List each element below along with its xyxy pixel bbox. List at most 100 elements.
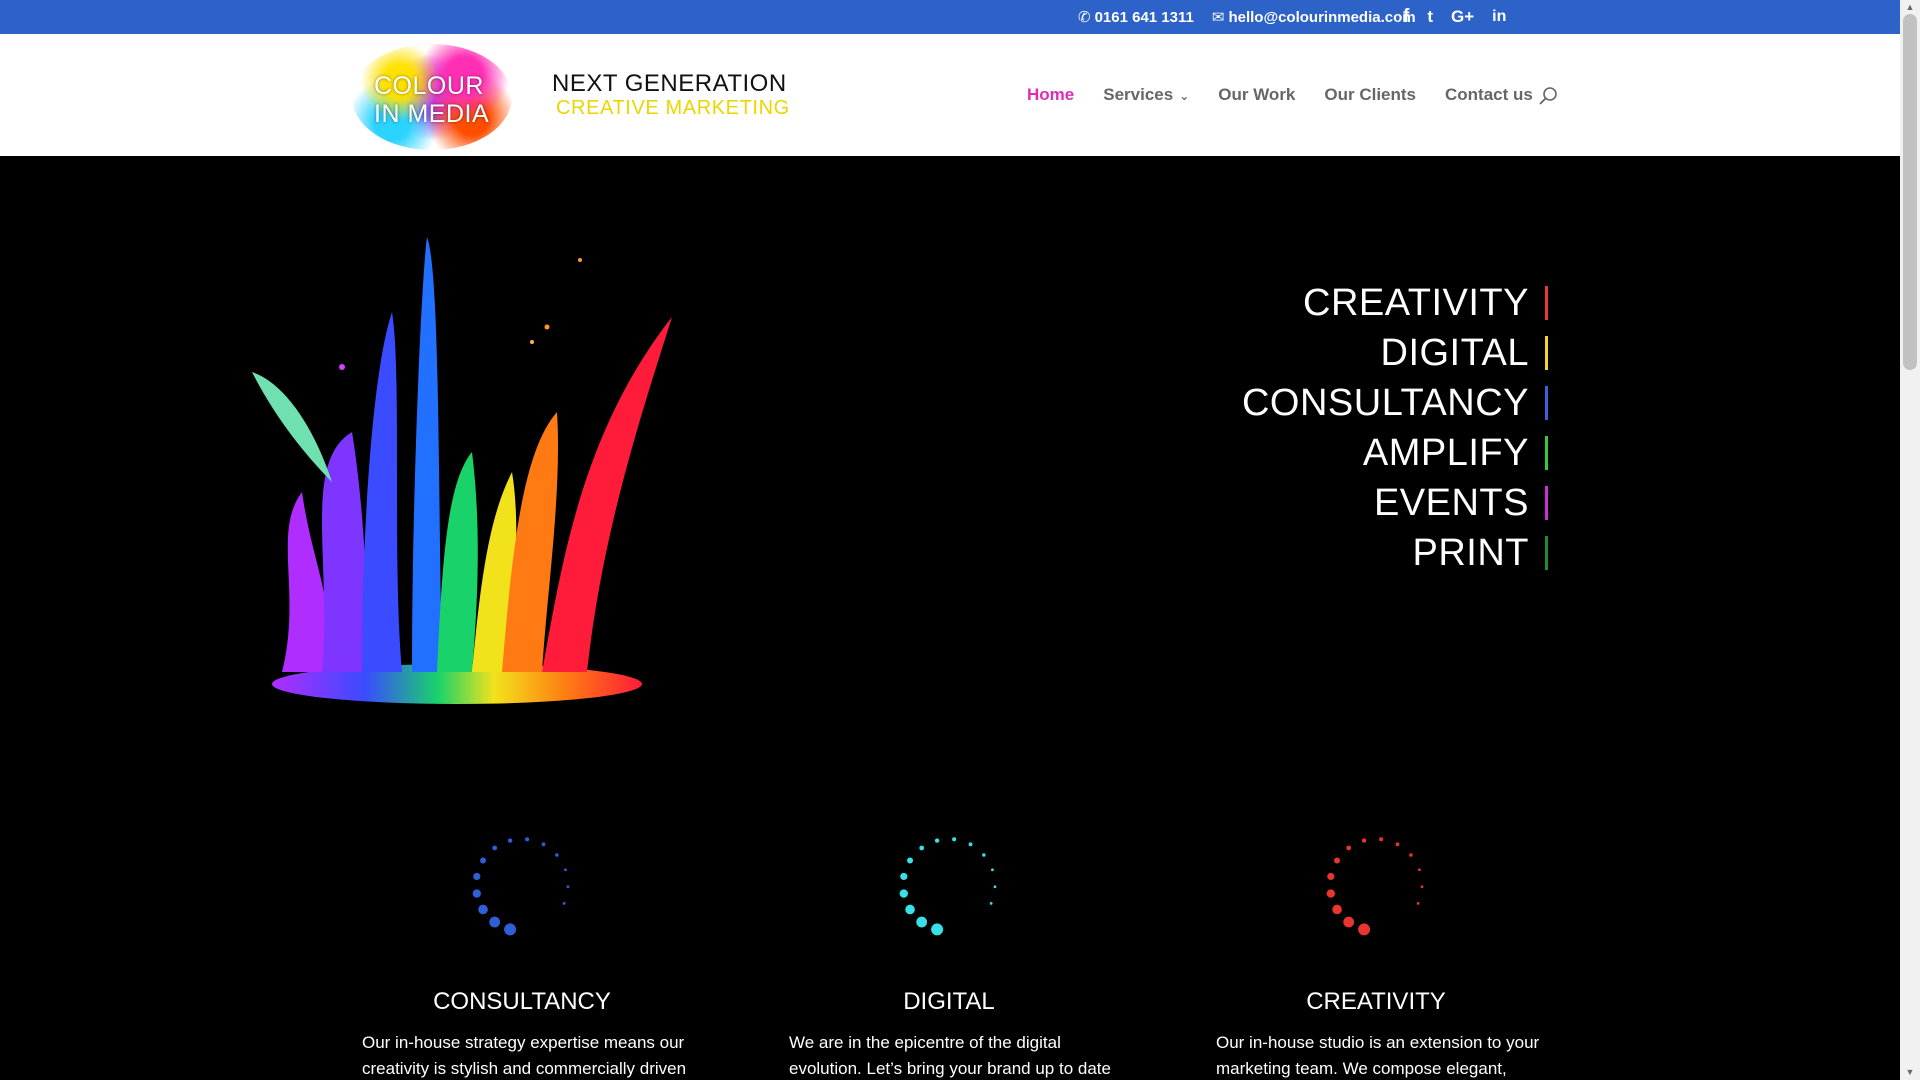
loading-spinner-icon xyxy=(1326,837,1424,936)
top-bar: ✆ 0161 641 1311 ✉ hello@colourinmedia.co… xyxy=(0,0,1900,34)
word-creativity: CREATIVITY xyxy=(1242,278,1552,328)
loading-spinner-icon xyxy=(472,837,570,936)
spinner-dot xyxy=(504,923,517,936)
spinner-dot xyxy=(931,923,944,936)
spinner-dot xyxy=(1361,838,1367,843)
paint-splash-image xyxy=(252,237,672,704)
spinner-dot xyxy=(1416,901,1420,905)
spinner-dot xyxy=(900,872,908,881)
loading-spinner-icon xyxy=(899,837,997,936)
spinner-dot xyxy=(1327,872,1335,881)
nav-services[interactable]: Services ⌄ xyxy=(1103,85,1189,105)
spinner-dot xyxy=(1379,837,1384,842)
nav-our-clients[interactable]: Our Clients xyxy=(1324,85,1416,105)
social-links: f t G+ in xyxy=(1403,0,1506,34)
spinner-dot xyxy=(525,837,530,842)
scrollbar-thumb[interactable] xyxy=(1903,14,1917,370)
main-nav: Home Services ⌄ Our Work Our Clients Cont… xyxy=(1027,34,1533,156)
spinner-dot xyxy=(1334,857,1341,864)
word-digital: DIGITAL xyxy=(1242,328,1552,378)
scroll-up-arrow-icon[interactable]: ▲ xyxy=(1903,1,1917,13)
spinner-dot xyxy=(507,838,513,843)
word-bar xyxy=(1545,486,1548,520)
contact-info: ✆ 0161 641 1311 ✉ hello@colourinmedia.co… xyxy=(1078,0,1416,34)
word-bar xyxy=(1545,536,1548,570)
word-amplify: AMPLIFY xyxy=(1242,428,1552,478)
logo-line-1: COLOUR xyxy=(374,72,484,100)
spinner-dot xyxy=(1418,868,1421,872)
spinner-dot xyxy=(564,868,567,872)
facebook-icon[interactable]: f xyxy=(1403,6,1409,28)
word-events-label: EVENTS xyxy=(1373,481,1529,524)
spinner-dot xyxy=(492,845,498,851)
spinner-dot xyxy=(478,904,488,915)
site-header: COLOUR IN MEDIA NEXT GENERATION CREATIVE… xyxy=(0,34,1900,156)
nav-services-label: Services xyxy=(1103,85,1174,104)
spinner-dot xyxy=(1358,923,1371,936)
feature-digital: DIGITAL We are in the epicentre of the d… xyxy=(769,830,1129,1080)
word-bar xyxy=(1545,336,1548,370)
word-bar xyxy=(1545,286,1548,320)
google-plus-icon[interactable]: G+ xyxy=(1451,7,1474,27)
word-print: PRINT xyxy=(1242,528,1552,578)
twitter-icon[interactable]: t xyxy=(1427,7,1433,27)
spinner-dot xyxy=(566,885,570,889)
feature-text: Our in-house studio is an extension to y… xyxy=(1216,1033,1540,1078)
spinner-dot xyxy=(1409,853,1413,857)
spinner-dot xyxy=(555,853,559,857)
spinner-dot xyxy=(480,857,487,864)
word-amplify-label: AMPLIFY xyxy=(1362,431,1529,474)
spinner-dot xyxy=(982,853,986,857)
spinner-dot xyxy=(907,857,914,864)
feature-title: DIGITAL xyxy=(903,988,995,1015)
phone-link[interactable]: ✆ 0161 641 1311 xyxy=(1078,8,1194,27)
logo-line-2: IN MEDIA xyxy=(374,100,490,128)
spinner-dot xyxy=(473,872,481,881)
spinner-dot xyxy=(489,916,501,928)
spinner-dot xyxy=(989,901,993,905)
spinner-dot xyxy=(1343,916,1355,928)
spinner-dot xyxy=(562,901,566,905)
feature-text: We are in the epicentre of the digital e… xyxy=(789,1033,1111,1078)
word-consultancy: CONSULTANCY xyxy=(1242,378,1552,428)
phone-number: 0161 641 1311 xyxy=(1094,8,1194,26)
spinner-dot xyxy=(472,889,482,898)
nav-home[interactable]: Home xyxy=(1027,85,1074,105)
feature-title: CONSULTANCY xyxy=(433,988,611,1015)
spinner-dot xyxy=(1332,904,1342,915)
tagline-primary: NEXT GENERATION xyxy=(552,70,787,97)
word-print-label: PRINT xyxy=(1412,531,1529,574)
chevron-down-icon: ⌄ xyxy=(1179,89,1190,103)
spinner-dot xyxy=(916,916,928,928)
logo-text: COLOUR IN MEDIA xyxy=(374,72,489,128)
email-address: hello@colourinmedia.com xyxy=(1228,8,1416,26)
nav-our-work[interactable]: Our Work xyxy=(1218,85,1295,105)
word-consultancy-label: CONSULTANCY xyxy=(1241,381,1529,424)
spinner-dot xyxy=(899,889,909,898)
feature-creativity: CREATIVITY Our in-house studio is an ext… xyxy=(1196,830,1556,1080)
email-link[interactable]: ✉ hello@colourinmedia.com xyxy=(1211,8,1416,27)
spinner-dot xyxy=(1326,889,1336,898)
linkedin-icon[interactable]: in xyxy=(1492,8,1506,26)
search-icon[interactable] xyxy=(1538,86,1558,106)
spinner-dot xyxy=(1395,842,1400,847)
scroll-down-arrow-icon[interactable]: ▼ xyxy=(1903,1066,1917,1078)
feature-consultancy: CONSULTANCY Our in-house strategy expert… xyxy=(342,830,702,1080)
spinner-dot xyxy=(934,838,940,843)
spinner-dot xyxy=(991,868,994,872)
spinner-dot xyxy=(919,845,925,851)
spinner-dot xyxy=(1420,885,1424,889)
word-bar xyxy=(1545,436,1548,470)
word-events: EVENTS xyxy=(1242,478,1552,528)
spinner-dot xyxy=(1346,845,1352,851)
envelope-icon: ✉ xyxy=(1211,9,1225,26)
service-words: CREATIVITY DIGITAL CONSULTANCY AMPLIFY E… xyxy=(1242,278,1552,578)
feature-title: CREATIVITY xyxy=(1306,988,1446,1015)
nav-contact[interactable]: Contact us xyxy=(1445,85,1533,105)
feature-text: Our in-house strategy expertise means ou… xyxy=(362,1033,687,1078)
spinner-dot xyxy=(541,842,546,847)
word-creativity-label: CREATIVITY xyxy=(1303,281,1529,324)
tagline-secondary: CREATIVE MARKETING xyxy=(556,97,790,119)
word-digital-label: DIGITAL xyxy=(1380,331,1529,374)
spinner-dot xyxy=(905,904,915,915)
